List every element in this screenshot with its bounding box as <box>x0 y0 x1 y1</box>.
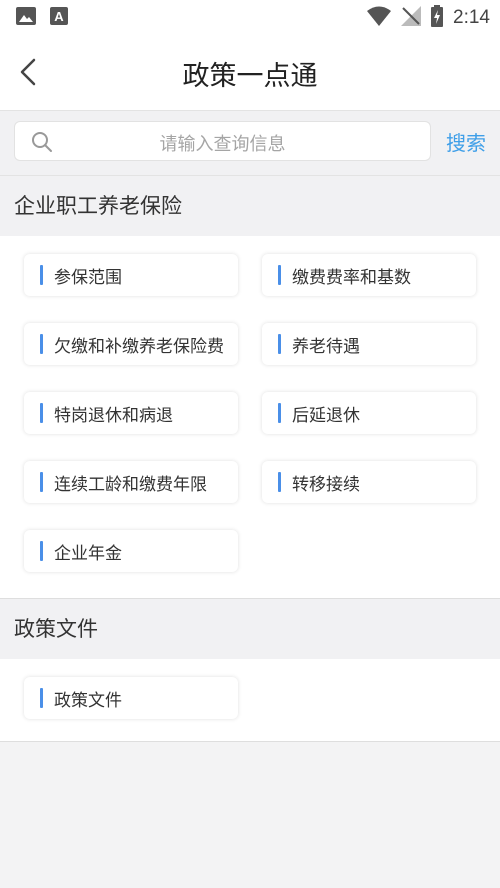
item-label: 欠缴和补缴养老保险费 <box>54 337 224 357</box>
item-label: 转移接续 <box>292 475 360 495</box>
item-label: 连续工龄和缴费年限 <box>54 475 207 495</box>
item-accent-bar <box>278 265 281 285</box>
item-accent-bar <box>40 265 43 285</box>
item-label: 缴费费率和基数 <box>292 268 411 288</box>
search-bar: 请输入查询信息 搜索 <box>0 111 500 176</box>
item-card[interactable]: 企业年金 <box>24 530 238 572</box>
search-input[interactable]: 请输入查询信息 <box>14 121 431 161</box>
item-card[interactable]: 欠缴和补缴养老保险费 <box>24 323 238 365</box>
item-label: 养老待遇 <box>292 337 360 357</box>
search-button[interactable]: 搜索 <box>446 127 486 156</box>
item-card[interactable]: 特岗退休和病退 <box>24 392 238 434</box>
status-bar: A 2:14 <box>0 0 500 34</box>
battery-charging-icon <box>431 5 444 31</box>
text-icon: A <box>50 7 68 29</box>
item-card[interactable]: 参保范围 <box>24 254 238 296</box>
item-card[interactable]: 养老待遇 <box>262 323 476 365</box>
item-label: 参保范围 <box>54 268 122 288</box>
item-label: 后延退休 <box>292 406 360 426</box>
item-accent-bar <box>40 403 43 423</box>
item-card[interactable]: 连续工龄和缴费年限 <box>24 461 238 503</box>
app-header: 政策一点通 <box>0 34 500 111</box>
search-placeholder: 请输入查询信息 <box>159 134 286 155</box>
page-title: 政策一点通 <box>182 61 318 92</box>
item-accent-bar <box>40 334 43 354</box>
status-time: 2:14 <box>453 7 490 28</box>
no-signal-icon <box>401 6 422 30</box>
item-card[interactable]: 后延退休 <box>262 392 476 434</box>
svg-text:A: A <box>54 9 64 24</box>
item-card[interactable]: 缴费费率和基数 <box>262 254 476 296</box>
section-policy-items: 政策文件 <box>0 659 500 742</box>
section-pension-items: 参保范围 缴费费率和基数 欠缴和补缴养老保险费 养老待遇 特岗退休和病退 后延退… <box>0 236 500 599</box>
item-accent-bar <box>40 472 43 492</box>
item-label: 企业年金 <box>54 544 122 564</box>
item-accent-bar <box>278 472 281 492</box>
section-title-pension: 企业职工养老保险 <box>0 176 500 236</box>
item-label: 特岗退休和病退 <box>54 406 173 426</box>
item-accent-bar <box>40 688 43 708</box>
item-accent-bar <box>278 403 281 423</box>
item-accent-bar <box>40 541 43 561</box>
wifi-icon <box>367 6 392 30</box>
item-label: 政策文件 <box>54 691 122 711</box>
section-title-policy-docs: 政策文件 <box>0 599 500 659</box>
item-card[interactable]: 转移接续 <box>262 461 476 503</box>
image-icon <box>16 7 36 29</box>
item-accent-bar <box>278 334 281 354</box>
item-card[interactable]: 政策文件 <box>24 677 238 719</box>
